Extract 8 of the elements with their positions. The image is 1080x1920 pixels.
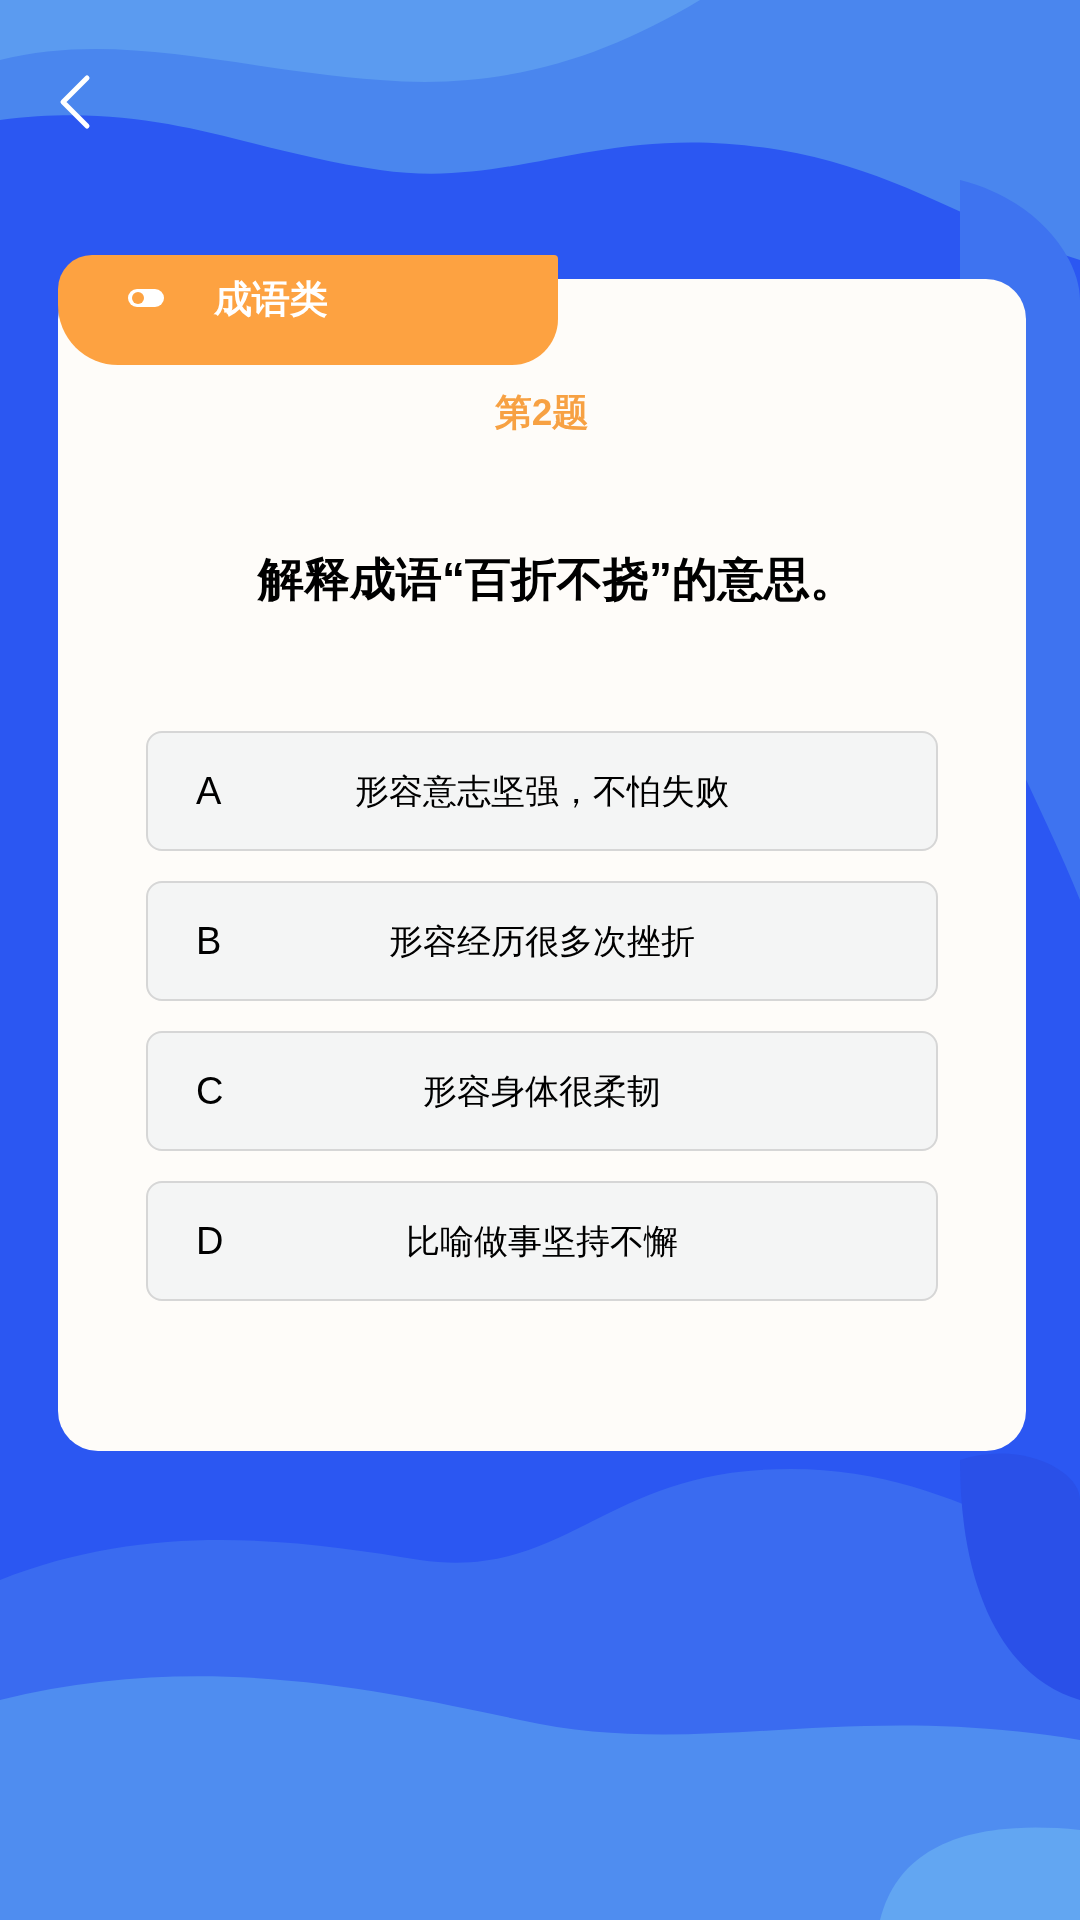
toggle-icon: [128, 289, 164, 307]
answer-option[interactable]: D 比喻做事坚持不懈: [146, 1181, 938, 1301]
answer-option[interactable]: C 形容身体很柔韧: [146, 1031, 938, 1151]
question-number: 第2题: [494, 391, 590, 435]
answer-option[interactable]: A 形容意志坚强，不怕失败: [146, 731, 938, 851]
category-label: 成语类: [214, 277, 328, 321]
answer-option[interactable]: B 形容经历很多次挫折: [146, 881, 938, 1001]
question-text: 解释成语“百折不挠”的意思。: [258, 552, 856, 607]
